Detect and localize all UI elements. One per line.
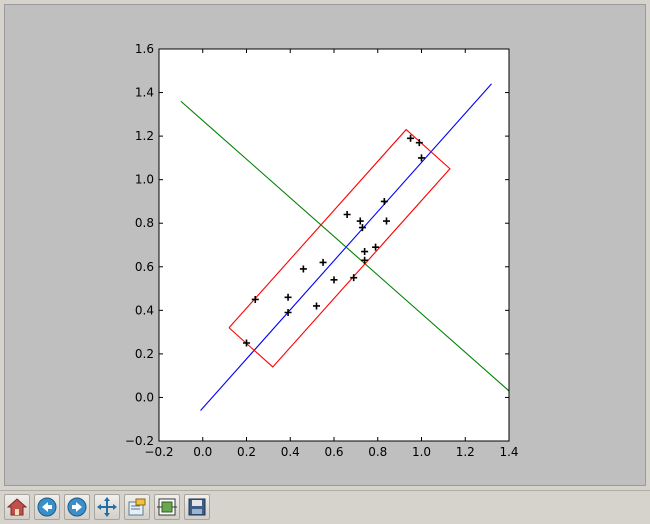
home-icon bbox=[7, 498, 27, 516]
y-tick-label: 0.0 bbox=[135, 390, 154, 404]
back-button[interactable] bbox=[34, 494, 60, 520]
y-tick-label: 0.6 bbox=[135, 260, 154, 274]
plot-area: −0.2 0.0 0.2 0.4 0.6 0.8 1.0 1.2 1.4−0.20.00.20.… bbox=[125, 42, 519, 459]
x-tick-label: 0.6 bbox=[324, 445, 343, 459]
x-tick-label: 1.0 bbox=[412, 445, 431, 459]
y-tick-label: 0.4 bbox=[135, 303, 154, 317]
save-floppy-icon bbox=[188, 498, 206, 516]
figure-window: −0.2 0.0 0.2 0.4 0.6 0.8 1.0 1.2 1.4 −0.2 0.0 0.2 0.… bbox=[0, 0, 650, 524]
subplots-button[interactable] bbox=[154, 494, 180, 520]
figure-canvas: −0.2 0.0 0.2 0.4 0.6 0.8 1.0 1.2 1.4 −0.2 0.0 0.2 0.… bbox=[4, 4, 646, 486]
y-tick-label: 1.0 bbox=[135, 173, 154, 187]
navigation-toolbar bbox=[0, 490, 650, 524]
y-tick-label: 0.2 bbox=[135, 347, 154, 361]
x-tick-label: 1.4 bbox=[499, 445, 518, 459]
back-arrow-icon bbox=[37, 497, 57, 517]
x-tick-label: 0.4 bbox=[281, 445, 300, 459]
configure-subplots-icon bbox=[157, 498, 177, 516]
x-tick-label: 0.8 bbox=[368, 445, 387, 459]
pan-button[interactable] bbox=[94, 494, 120, 520]
y-tick-label: 1.6 bbox=[135, 42, 154, 56]
y-tick-label: 0.8 bbox=[135, 216, 154, 230]
y-tick-label: 1.4 bbox=[135, 86, 154, 100]
zoom-button[interactable] bbox=[124, 494, 150, 520]
forward-button[interactable] bbox=[64, 494, 90, 520]
zoom-rect-icon bbox=[128, 498, 146, 516]
y-tick-label: 1.2 bbox=[135, 129, 154, 143]
pan-move-icon bbox=[97, 497, 117, 517]
x-tick-label: 1.2 bbox=[456, 445, 475, 459]
forward-arrow-icon bbox=[67, 497, 87, 517]
home-button[interactable] bbox=[4, 494, 30, 520]
x-tick-label: 0.2 bbox=[237, 445, 256, 459]
axes-background bbox=[159, 49, 509, 441]
save-button[interactable] bbox=[184, 494, 210, 520]
y-tick-label: −0.2 bbox=[125, 434, 154, 448]
x-tick-label: 0.0 bbox=[193, 445, 212, 459]
